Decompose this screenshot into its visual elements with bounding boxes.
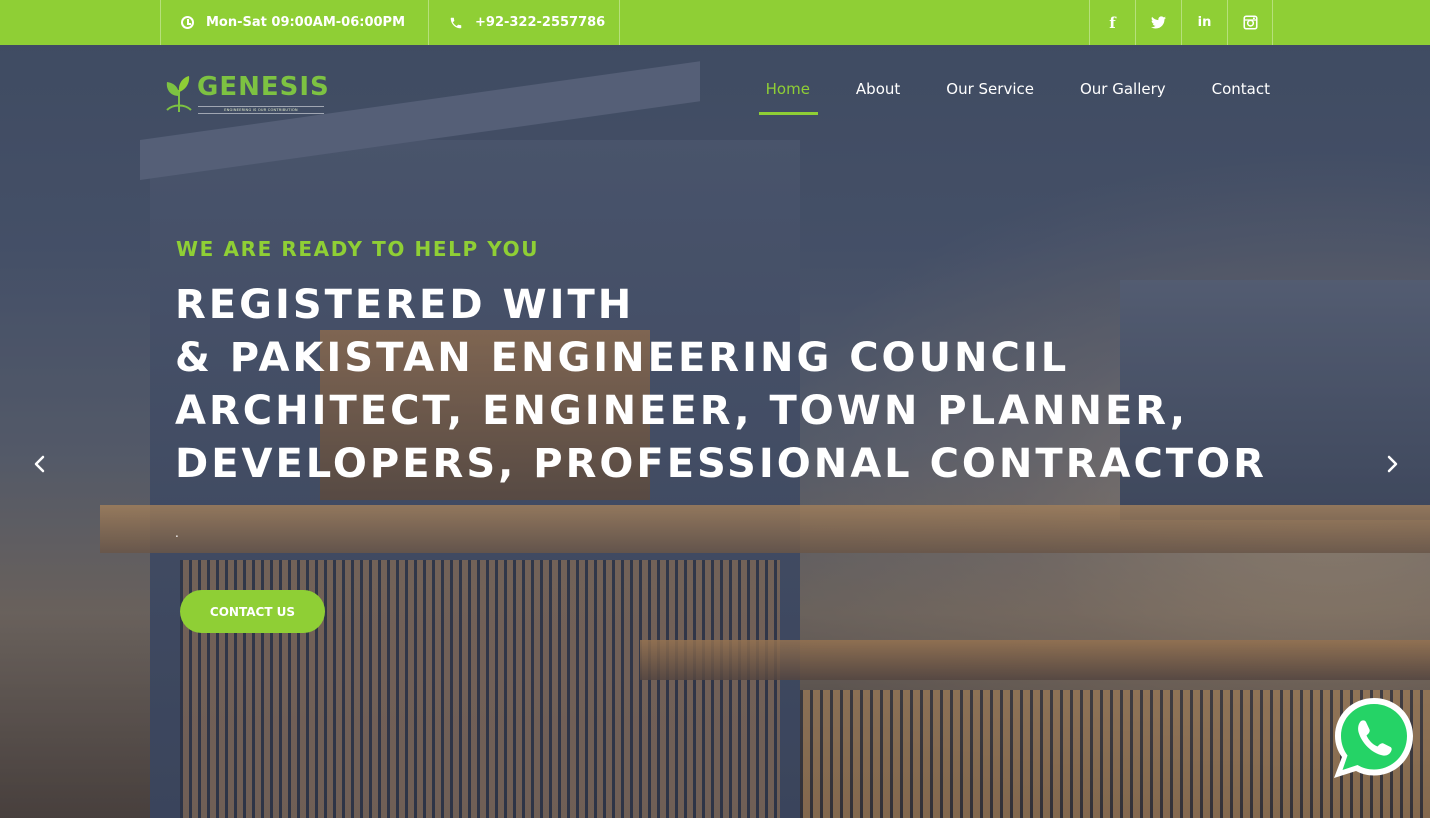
phone-number[interactable]: +92-322-2557786 bbox=[428, 0, 620, 45]
twitter-icon[interactable] bbox=[1135, 0, 1181, 45]
phone-icon bbox=[449, 16, 463, 30]
leaf-logo-icon bbox=[166, 76, 192, 112]
top-info-bar: Mon-Sat 09:00AM-06:00PM +92-322-2557786 … bbox=[0, 0, 1430, 45]
logo-wordmark: GENESIS bbox=[197, 72, 330, 102]
whatsapp-icon[interactable] bbox=[1330, 694, 1418, 782]
hero-eyebrow: WE ARE READY TO HELP YOU bbox=[176, 237, 540, 261]
chevron-right-icon[interactable] bbox=[1378, 450, 1406, 478]
logo-tagline: ENGINEERING IS OUR CONTRIBUTION bbox=[198, 106, 324, 114]
clock-icon bbox=[181, 16, 194, 29]
nav-our-service[interactable]: Our Service bbox=[946, 80, 1034, 114]
nav-our-gallery[interactable]: Our Gallery bbox=[1080, 80, 1166, 114]
nav-contact[interactable]: Contact bbox=[1212, 80, 1270, 114]
headline-line: ARCHITECT, ENGINEER, TOWN PLANNER, bbox=[175, 388, 1189, 434]
business-hours: Mon-Sat 09:00AM-06:00PM bbox=[160, 0, 428, 45]
headline-line: & PAKISTAN ENGINEERING COUNCIL bbox=[175, 335, 1070, 381]
linkedin-icon[interactable]: in bbox=[1181, 0, 1227, 45]
main-navigation: Home About Our Service Our Gallery Conta… bbox=[720, 80, 1270, 115]
business-hours-text: Mon-Sat 09:00AM-06:00PM bbox=[206, 15, 406, 30]
social-links: f in bbox=[1089, 0, 1273, 45]
nav-about[interactable]: About bbox=[856, 80, 900, 114]
facebook-icon[interactable]: f bbox=[1089, 0, 1135, 45]
chevron-left-icon[interactable] bbox=[26, 450, 54, 478]
headline-line: REGISTERED WITH bbox=[175, 282, 635, 328]
site-logo[interactable]: GENESIS ENGINEERING IS OUR CONTRIBUTION bbox=[165, 72, 330, 116]
phone-number-text: +92-322-2557786 bbox=[475, 15, 606, 30]
hero-headline: REGISTERED WITH & PAKISTAN ENGINEERING C… bbox=[175, 279, 1267, 491]
contact-us-button[interactable]: CONTACT US bbox=[180, 590, 325, 633]
headline-line: DEVELOPERS, PROFESSIONAL CONTRACTOR bbox=[175, 441, 1267, 487]
nav-home[interactable]: Home bbox=[758, 80, 819, 115]
hero-subtext: . bbox=[175, 526, 179, 540]
instagram-icon[interactable] bbox=[1227, 0, 1273, 45]
